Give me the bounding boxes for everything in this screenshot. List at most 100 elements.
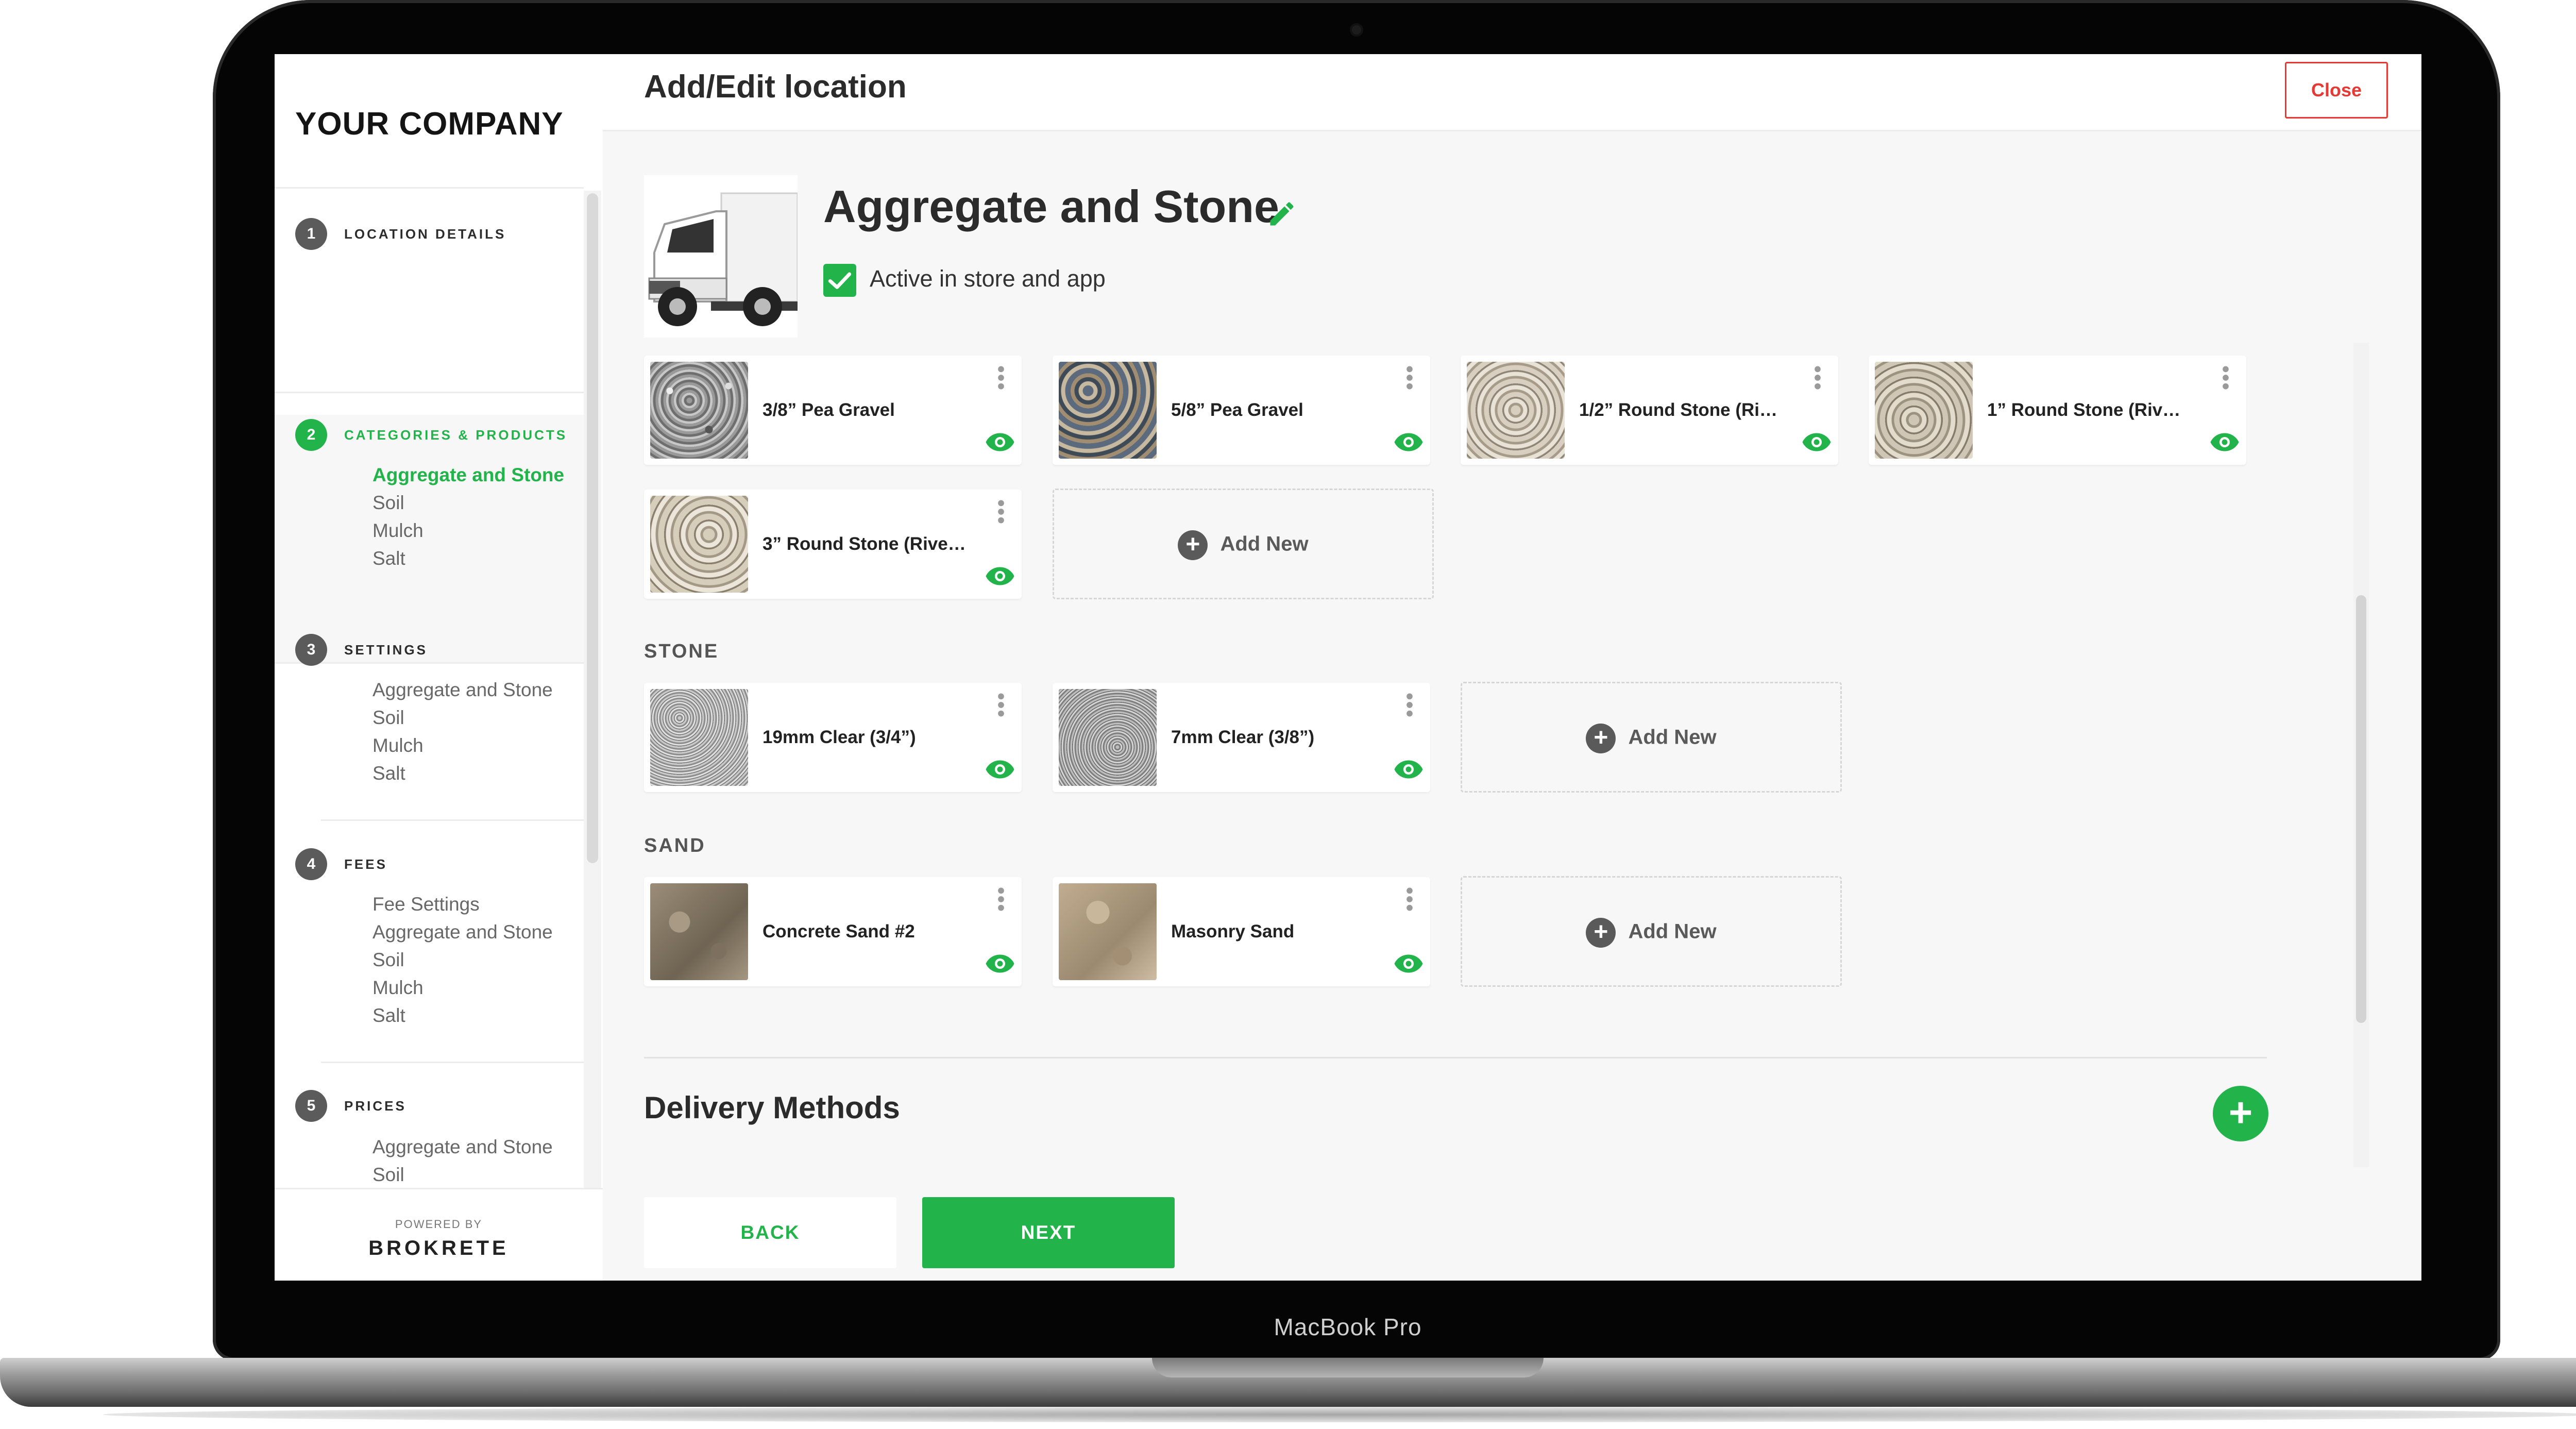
sidebar-item-mulch[interactable]: Mulch [372,520,423,542]
step-title: PRICES [344,1098,406,1114]
sidebar-item-soil[interactable]: Soil [372,707,404,729]
kebab-menu-icon[interactable] [996,499,1006,525]
sidebar-item-aggregate[interactable]: Aggregate and Stone [372,679,553,701]
sidebar: YOUR COMPANY 1 LOCATION DETAILS 2 CATEGO… [275,54,603,1281]
plus-icon: + [1586,724,1616,753]
add-new-product-button[interactable]: + Add New [1461,876,1842,987]
product-card[interactable]: 7mm Clear (3/8”) [1053,683,1430,792]
product-thumbnail [1059,362,1157,459]
laptop-shadow [103,1407,2576,1422]
sidebar-item-soil[interactable]: Soil [372,492,404,514]
product-thumbnail [1467,362,1565,459]
active-checkbox[interactable] [823,264,856,297]
product-card[interactable]: 1/2” Round Stone (Ri… [1461,356,1838,465]
sidebar-item-aggregate[interactable]: Aggregate and Stone [372,921,553,943]
product-card[interactable]: Concrete Sand #2 [644,877,1022,986]
kebab-menu-icon[interactable] [996,365,1006,391]
product-name: 5/8” Pea Gravel [1171,400,1303,420]
pencil-icon[interactable] [1266,198,1297,229]
eye-icon[interactable] [985,759,1015,780]
company-name: YOUR COMPANY [295,106,564,142]
eye-icon[interactable] [985,953,1015,974]
eye-icon[interactable] [2209,432,2240,452]
back-button[interactable]: BACK [644,1197,896,1268]
product-card[interactable]: 1” Round Stone (Riv… [1869,356,2246,465]
sidebar-item-soil[interactable]: Soil [372,1164,404,1186]
sidebar-item-soil[interactable]: Soil [372,949,404,971]
product-card[interactable]: 5/8” Pea Gravel [1053,356,1430,465]
add-new-content: + Add New [1054,530,1432,560]
sidebar-item-salt[interactable]: Salt [372,1005,405,1027]
eye-icon[interactable] [985,432,1015,452]
product-name: 3” Round Stone (Rive… [762,534,966,554]
add-delivery-method-button[interactable]: + [2213,1086,2268,1141]
sidebar-item-fee-settings[interactable]: Fee Settings [372,894,480,915]
truck-image[interactable] [644,175,799,338]
kebab-menu-icon[interactable] [2221,365,2231,391]
category-title: Aggregate and Stone [823,181,1279,232]
kebab-menu-icon[interactable] [1812,365,1823,391]
product-thumbnail [650,362,748,459]
kebab-menu-icon[interactable] [1404,692,1415,718]
step-title: LOCATION DETAILS [344,226,506,242]
step-title: FEES [344,856,387,872]
sidebar-footer [275,1188,603,1281]
sidebar-item-mulch[interactable]: Mulch [372,977,423,999]
eye-icon[interactable] [1393,432,1424,452]
product-name: 19mm Clear (3/4”) [762,727,916,747]
eye-icon[interactable] [1393,953,1424,974]
step-title: SETTINGS [344,642,428,658]
product-name: Concrete Sand #2 [762,921,915,942]
product-card[interactable]: Masonry Sand [1053,877,1430,986]
screen: YOUR COMPANY 1 LOCATION DETAILS 2 CATEGO… [275,54,2421,1281]
kebab-menu-icon[interactable] [1404,365,1415,391]
active-step-bg [275,415,584,662]
laptop-label: MacBook Pro [1274,1314,1422,1340]
kebab-menu-icon[interactable] [996,692,1006,718]
product-name: 3/8” Pea Gravel [762,400,895,420]
product-thumbnail [650,496,748,593]
delivery-methods-title: Delivery Methods [644,1090,900,1125]
kebab-menu-icon[interactable] [996,886,1006,912]
plus-icon: + [1586,918,1616,948]
brand-logo: BROKRETE [368,1237,509,1259]
add-new-product-button[interactable]: + Add New [1053,489,1434,599]
sidebar-item-aggregate[interactable]: Aggregate and Stone [372,464,564,486]
product-card[interactable]: 3” Round Stone (Rive… [644,490,1022,599]
sidebar-item-salt[interactable]: Salt [372,548,405,569]
eye-icon[interactable] [1801,432,1832,452]
add-new-product-button[interactable]: + Add New [1461,682,1842,793]
product-card[interactable]: 3/8” Pea Gravel [644,356,1022,465]
section-label-stone: STONE [644,641,719,662]
sidebar-item-aggregate[interactable]: Aggregate and Stone [372,1136,553,1158]
sidebar-item-mulch[interactable]: Mulch [372,735,423,756]
active-label: Active in store and app [870,265,1106,292]
add-new-content: + Add New [1462,918,1840,948]
product-thumbnail [1059,883,1157,980]
step-title: CATEGORIES & PRODUCTS [344,427,568,443]
kebab-menu-icon[interactable] [1404,886,1415,912]
product-name: Masonry Sand [1171,921,1295,942]
section-label-sand: SAND [644,835,706,856]
close-button[interactable]: Close [2285,62,2388,119]
add-new-label: Add New [1220,532,1309,556]
sidebar-scrollbar[interactable] [587,193,598,863]
eye-icon[interactable] [985,566,1015,586]
product-name: 1” Round Stone (Riv… [1987,400,2181,420]
product-thumbnail [1059,689,1157,786]
product-name: 7mm Clear (3/8”) [1171,727,1315,747]
section-divider [644,1057,2267,1058]
product-card[interactable]: 19mm Clear (3/4”) [644,683,1022,792]
main-scrollbar[interactable] [2356,595,2366,1023]
step-number: 4 [295,848,327,880]
step-number: 5 [295,1090,327,1122]
eye-icon[interactable] [1393,759,1424,780]
product-name: 1/2” Round Stone (Ri… [1579,400,1777,420]
plus-icon: + [1178,530,1208,560]
sidebar-item-salt[interactable]: Salt [372,763,405,784]
next-button[interactable]: NEXT [922,1197,1175,1268]
page-title: Add/Edit location [644,69,907,105]
product-thumbnail [650,689,748,786]
sidebar-divider [275,187,584,189]
product-thumbnail [650,883,748,980]
